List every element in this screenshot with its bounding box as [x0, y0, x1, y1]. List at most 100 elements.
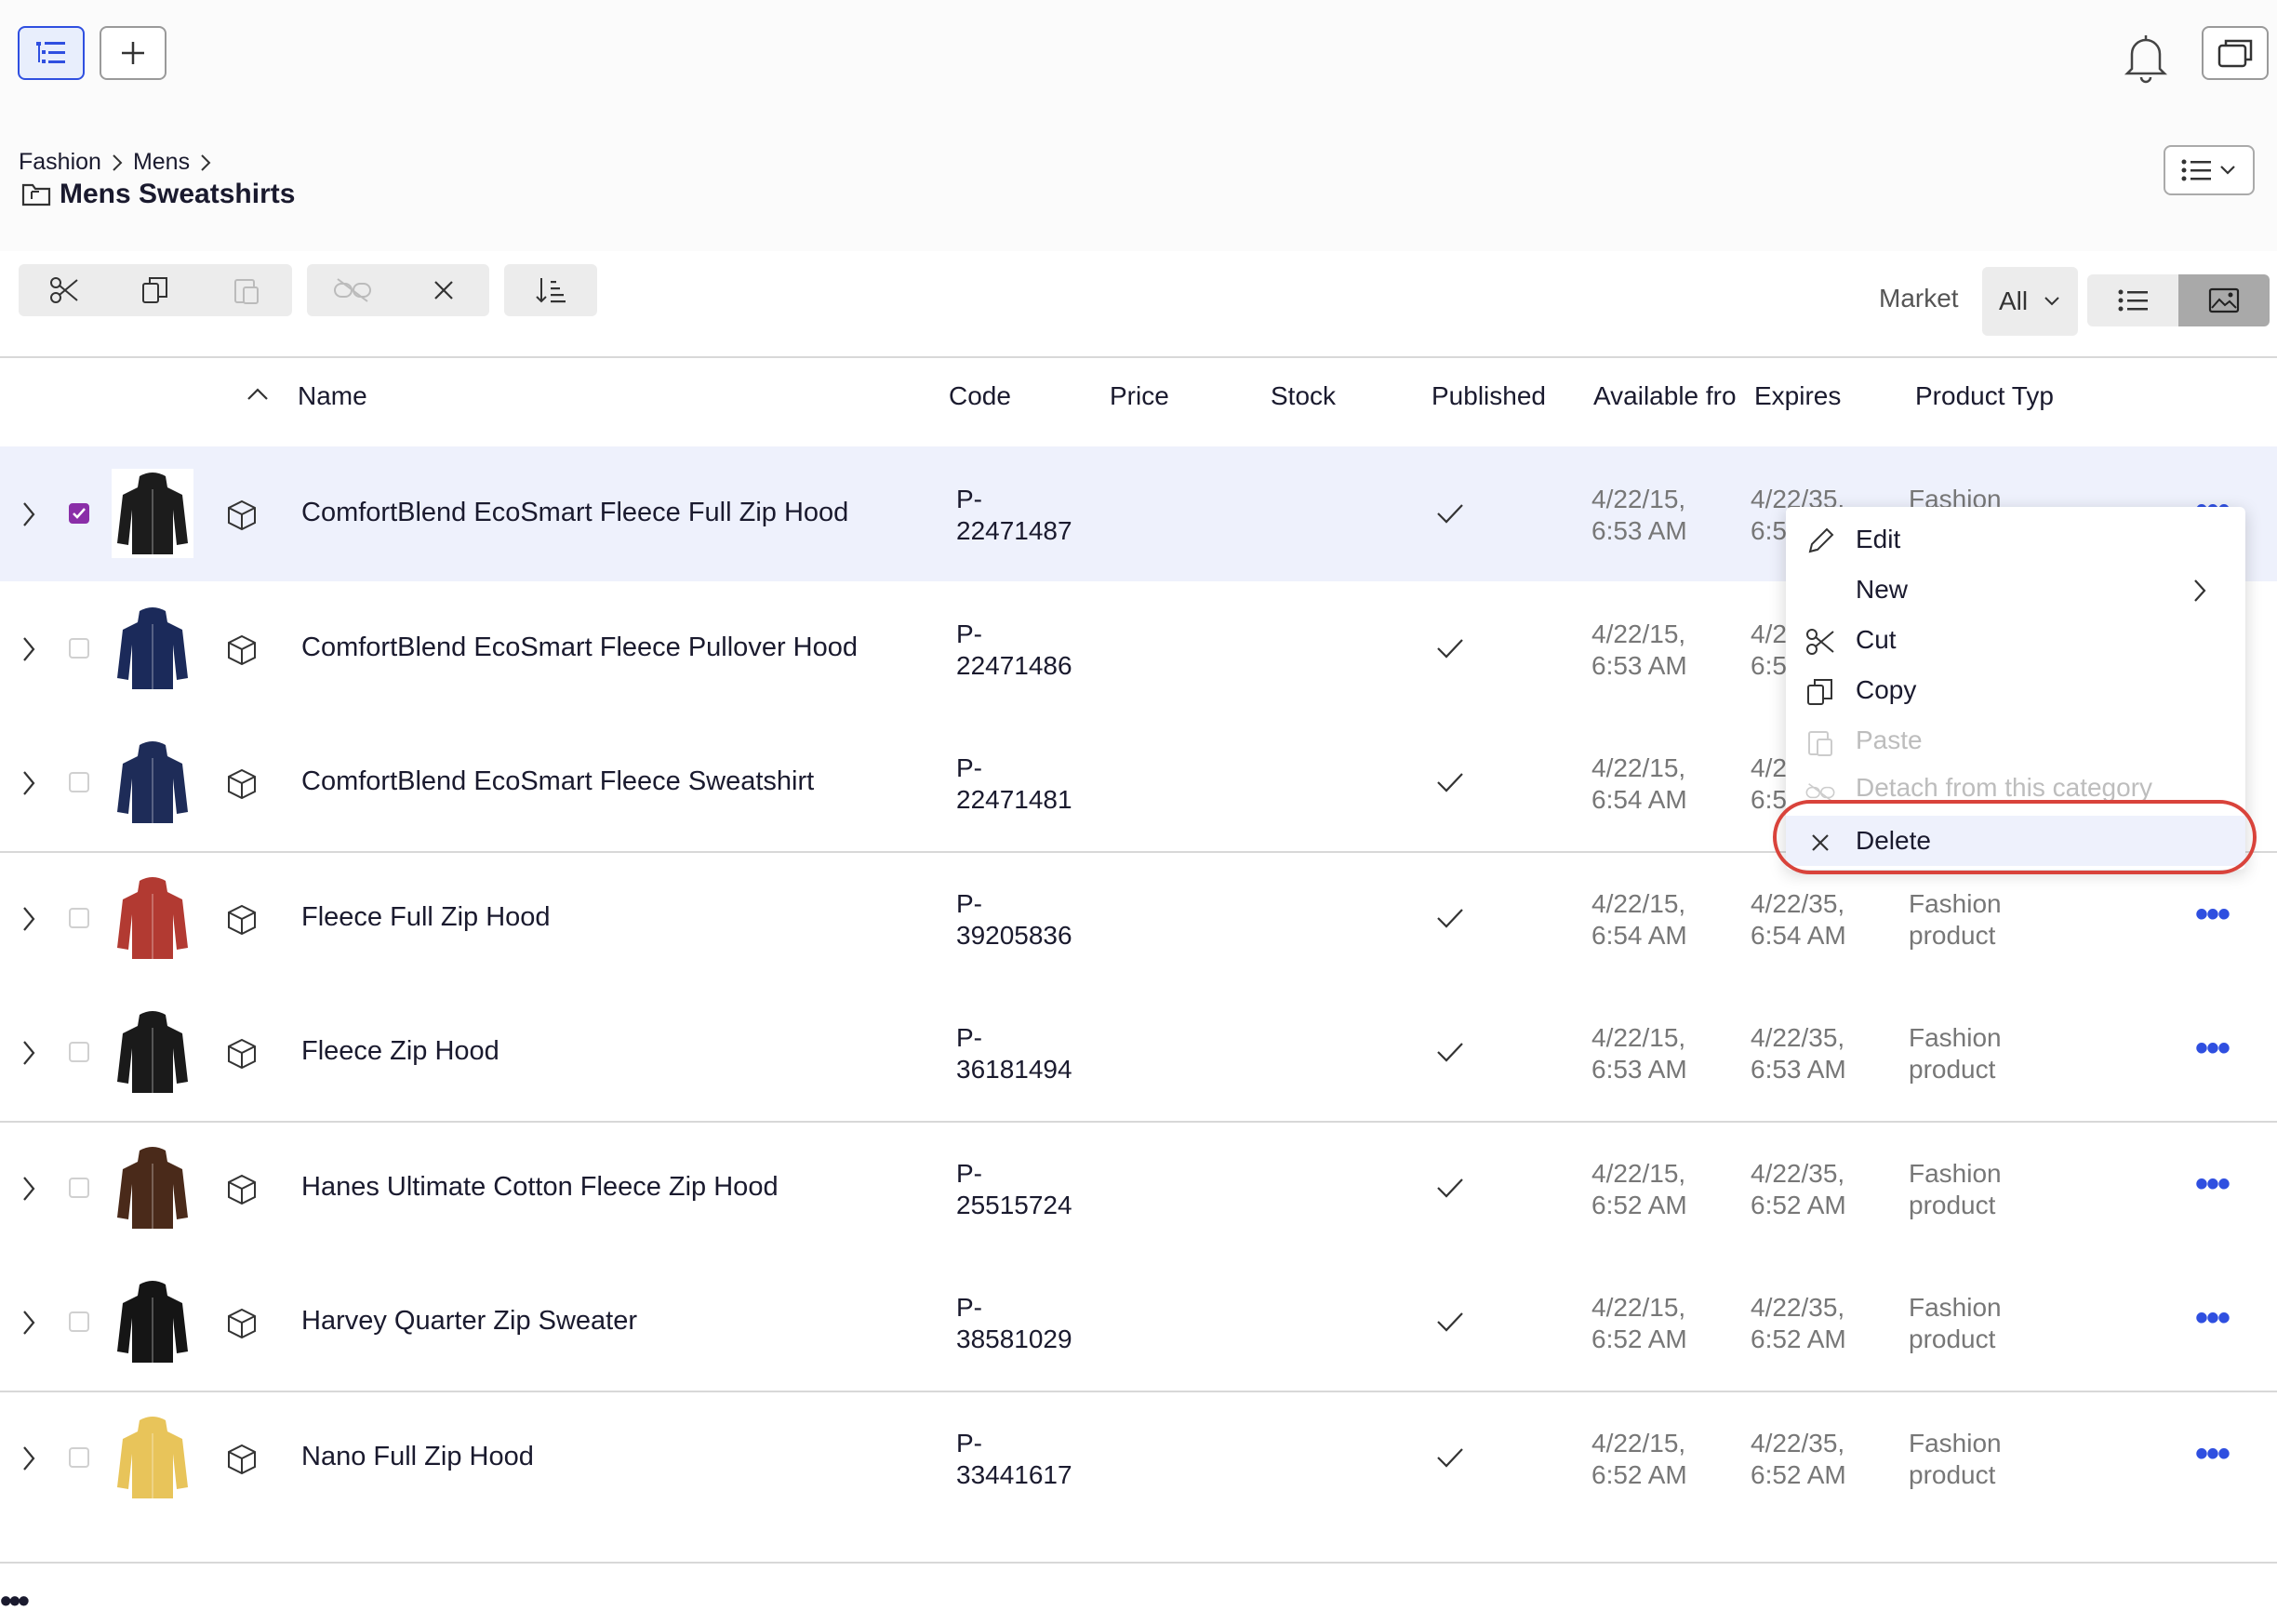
product-cube-icon — [228, 499, 256, 531]
product-type: Fashion product — [1909, 888, 2002, 952]
add-button[interactable] — [100, 26, 166, 80]
available-time: 6:53 AM — [1591, 651, 1687, 680]
breadcrumb: Fashion Mens — [19, 149, 212, 176]
row-checkbox[interactable] — [69, 503, 89, 524]
expand-chevron-icon[interactable] — [20, 635, 37, 663]
table-row[interactable]: Harvey Quarter Zip Sweater P- 38581029 4… — [0, 1255, 2277, 1391]
row-checkbox[interactable] — [69, 638, 89, 659]
row-checkbox[interactable] — [69, 772, 89, 792]
row-checkbox[interactable] — [69, 1447, 89, 1468]
market-select-value: All — [1999, 286, 2029, 315]
row-checkbox[interactable] — [69, 908, 89, 928]
more-indicator[interactable]: ••• — [0, 1581, 30, 1620]
delete-highlight-ring — [1773, 800, 2257, 874]
menu-item-cut[interactable]: Cut — [1786, 615, 2245, 665]
available-date: 4/22/15, — [1591, 1023, 1686, 1052]
available-from: 4/22/15, 6:54 AM — [1591, 888, 1687, 952]
product-name[interactable]: ComfortBlend EcoSmart Fleece Sweatshirt — [301, 766, 814, 797]
product-name[interactable]: Harvey Quarter Zip Sweater — [301, 1306, 637, 1337]
table-row[interactable]: Hanes Ultimate Cotton Fleece Zip Hood P-… — [0, 1121, 2277, 1255]
product-name[interactable]: Hanes Ultimate Cotton Fleece Zip Hood — [301, 1172, 779, 1203]
menu-item-paste[interactable]: Paste — [1786, 715, 2245, 765]
list-view-button[interactable] — [2087, 274, 2178, 326]
windows-button[interactable] — [2202, 26, 2269, 80]
row-checkbox[interactable] — [69, 1042, 89, 1062]
product-cube-icon — [228, 1444, 256, 1475]
list-options-dropdown[interactable] — [2164, 145, 2255, 195]
breadcrumb-item-fashion[interactable]: Fashion — [19, 149, 101, 176]
column-header-stock[interactable]: Stock — [1271, 381, 1336, 411]
available-from: 4/22/15, 6:53 AM — [1591, 484, 1687, 547]
available-time: 6:54 AM — [1591, 921, 1687, 950]
expand-chevron-icon[interactable] — [20, 1175, 37, 1203]
expand-chevron-icon[interactable] — [20, 1039, 37, 1067]
column-header-expires[interactable]: Expires — [1754, 381, 1841, 411]
product-code: P- 22471481 — [956, 752, 1072, 816]
row-actions-button[interactable]: ••• — [2195, 1433, 2230, 1475]
expires: 4/22/35, 6:53 AM — [1751, 1022, 1846, 1085]
product-name[interactable]: Fleece Zip Hood — [301, 1036, 499, 1067]
menu-item-detach[interactable]: Detach from this category — [1786, 765, 2245, 803]
row-actions-button[interactable]: ••• — [2195, 894, 2230, 936]
product-code-prefix: P- — [956, 619, 982, 648]
column-header-product-type[interactable]: Product Typ — [1915, 381, 2064, 411]
menu-item-new[interactable]: New — [1786, 565, 2245, 615]
row-actions-button[interactable]: ••• — [2195, 1164, 2230, 1205]
product-cube-icon — [228, 634, 256, 666]
market-select[interactable]: All — [1982, 267, 2078, 336]
product-type-line1: Fashion — [1909, 1429, 2002, 1458]
published-check-icon — [1437, 773, 1463, 792]
product-code-prefix: P- — [956, 1023, 982, 1052]
cut-button[interactable] — [19, 264, 110, 316]
copy-icon — [1807, 679, 1832, 705]
column-header-code[interactable]: Code — [949, 381, 1011, 411]
page-title-text: Mens Sweatshirts — [60, 179, 296, 209]
column-header-published[interactable]: Published — [1431, 381, 1546, 411]
expand-chevron-icon[interactable] — [20, 1444, 37, 1472]
product-code-prefix: P- — [956, 1429, 982, 1458]
unlink-icon — [1805, 783, 1835, 802]
expires: 4/22/35, 6:54 AM — [1751, 888, 1846, 952]
table-bottom-divider — [0, 1562, 2277, 1564]
menu-item-edit[interactable]: Edit — [1786, 514, 2245, 565]
row-checkbox[interactable] — [69, 1311, 89, 1332]
menu-item-copy[interactable]: Copy — [1786, 665, 2245, 715]
product-code-number: 25515724 — [956, 1191, 1072, 1219]
breadcrumb-item-mens[interactable]: Mens — [133, 149, 190, 176]
product-thumbnail — [112, 1277, 193, 1366]
product-name[interactable]: ComfortBlend EcoSmart Fleece Full Zip Ho… — [301, 498, 848, 528]
row-actions-button[interactable]: ••• — [2195, 1298, 2230, 1339]
column-header-price[interactable]: Price — [1110, 381, 1169, 411]
product-name[interactable]: Fleece Full Zip Hood — [301, 902, 551, 933]
tree-view-button[interactable] — [18, 26, 85, 80]
expand-chevron-icon[interactable] — [20, 500, 37, 528]
copy-button[interactable] — [110, 264, 201, 316]
paste-button[interactable] — [201, 264, 292, 316]
delete-button[interactable] — [398, 264, 489, 316]
folder-icon — [21, 183, 51, 206]
sort-ascending-icon[interactable] — [245, 385, 271, 404]
expires-time: 6:52 AM — [1751, 1324, 1846, 1353]
table-row[interactable]: Fleece Zip Hood P- 36181494 4/22/15, 6:5… — [0, 985, 2277, 1121]
detach-button[interactable] — [307, 264, 398, 316]
column-header-name[interactable]: Name — [298, 381, 367, 411]
notifications-button[interactable] — [2123, 32, 2169, 84]
expand-chevron-icon[interactable] — [20, 1309, 37, 1337]
plus-icon — [122, 42, 144, 64]
row-actions-button[interactable]: ••• — [2195, 1028, 2230, 1070]
table-row[interactable]: Nano Full Zip Hood P- 33441617 4/22/15, … — [0, 1391, 2277, 1511]
expand-chevron-icon[interactable] — [20, 769, 37, 797]
column-header-available-from[interactable]: Available fro — [1593, 381, 1740, 411]
menu-item-label: Cut — [1856, 625, 1897, 654]
available-from: 4/22/15, 6:52 AM — [1591, 1428, 1687, 1491]
product-name[interactable]: Nano Full Zip Hood — [301, 1442, 534, 1472]
thumbnail-view-button[interactable] — [2178, 274, 2270, 326]
product-name[interactable]: ComfortBlend EcoSmart Fleece Pullover Ho… — [301, 632, 858, 663]
expand-chevron-icon[interactable] — [20, 905, 37, 933]
expires-date: 4/22/35, — [1751, 1159, 1845, 1188]
product-code: P- 33441617 — [956, 1428, 1072, 1491]
row-checkbox[interactable] — [69, 1178, 89, 1198]
product-code-number: 22471487 — [956, 516, 1072, 545]
expires-time: 6:52 AM — [1751, 1191, 1846, 1219]
sort-button[interactable] — [504, 264, 597, 316]
